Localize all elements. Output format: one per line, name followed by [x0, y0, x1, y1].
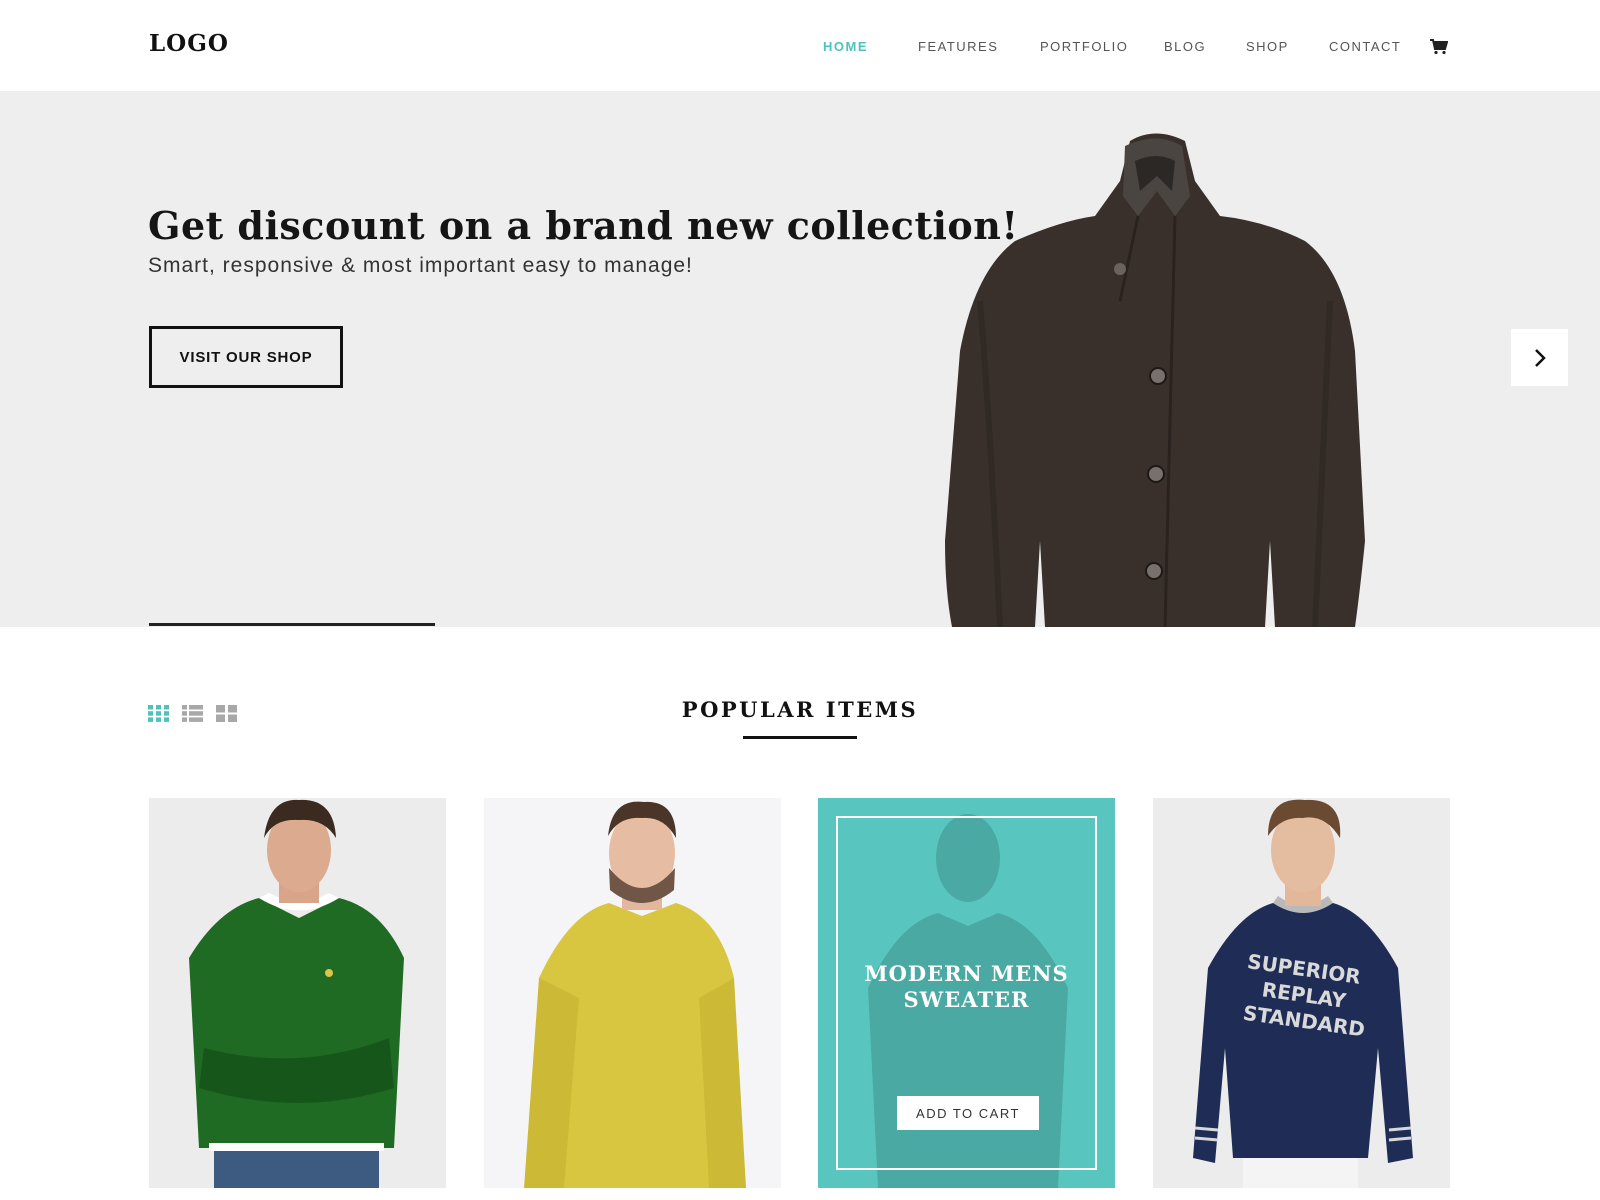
nav-home[interactable]: HOME	[823, 39, 868, 54]
hero-slider: Get discount on a brand new collection! …	[0, 91, 1600, 627]
navy-sweatshirt-photo: SUPERIOR REPLAY STANDARD	[1153, 798, 1450, 1188]
shopping-cart-icon[interactable]	[1430, 39, 1448, 55]
add-to-cart-button[interactable]: ADD TO CART	[897, 1096, 1039, 1130]
product-name: MODERN MENS SWEATER	[864, 961, 1069, 1012]
nav-features[interactable]: FEATURES	[918, 39, 998, 54]
nav-contact[interactable]: CONTACT	[1329, 39, 1401, 54]
yellow-sweater-photo	[484, 798, 781, 1188]
hero-subtitle: Smart, responsive & most important easy …	[148, 254, 693, 277]
visit-shop-button[interactable]: VISIT OUR SHOP	[149, 326, 343, 388]
slider-next-button[interactable]	[1511, 329, 1568, 386]
logo[interactable]: LOGO	[149, 30, 229, 57]
product-card[interactable]: SUPERIOR REPLAY STANDARD	[1153, 798, 1450, 1188]
nav-portfolio[interactable]: PORTFOLIO	[1040, 39, 1128, 54]
slider-progress-bar	[149, 623, 435, 626]
nav-shop[interactable]: SHOP	[1246, 39, 1289, 54]
hero-title: Get discount on a brand new collection!	[148, 203, 1019, 248]
nav-blog[interactable]: BLOG	[1164, 39, 1206, 54]
section-title-underline	[743, 736, 857, 739]
section-title: POPULAR ITEMS	[681, 697, 919, 722]
green-sweater-photo	[149, 798, 446, 1188]
site-header: LOGO HOME FEATURES PORTFOLIO BLOG SHOP C…	[0, 0, 1600, 91]
jacket-image	[945, 133, 1365, 627]
product-card[interactable]	[484, 798, 781, 1188]
featured-product-card[interactable]: MODERN MENS SWEATER ADD TO CART	[818, 798, 1115, 1188]
chevron-right-icon	[1534, 348, 1546, 367]
product-card[interactable]	[149, 798, 446, 1188]
